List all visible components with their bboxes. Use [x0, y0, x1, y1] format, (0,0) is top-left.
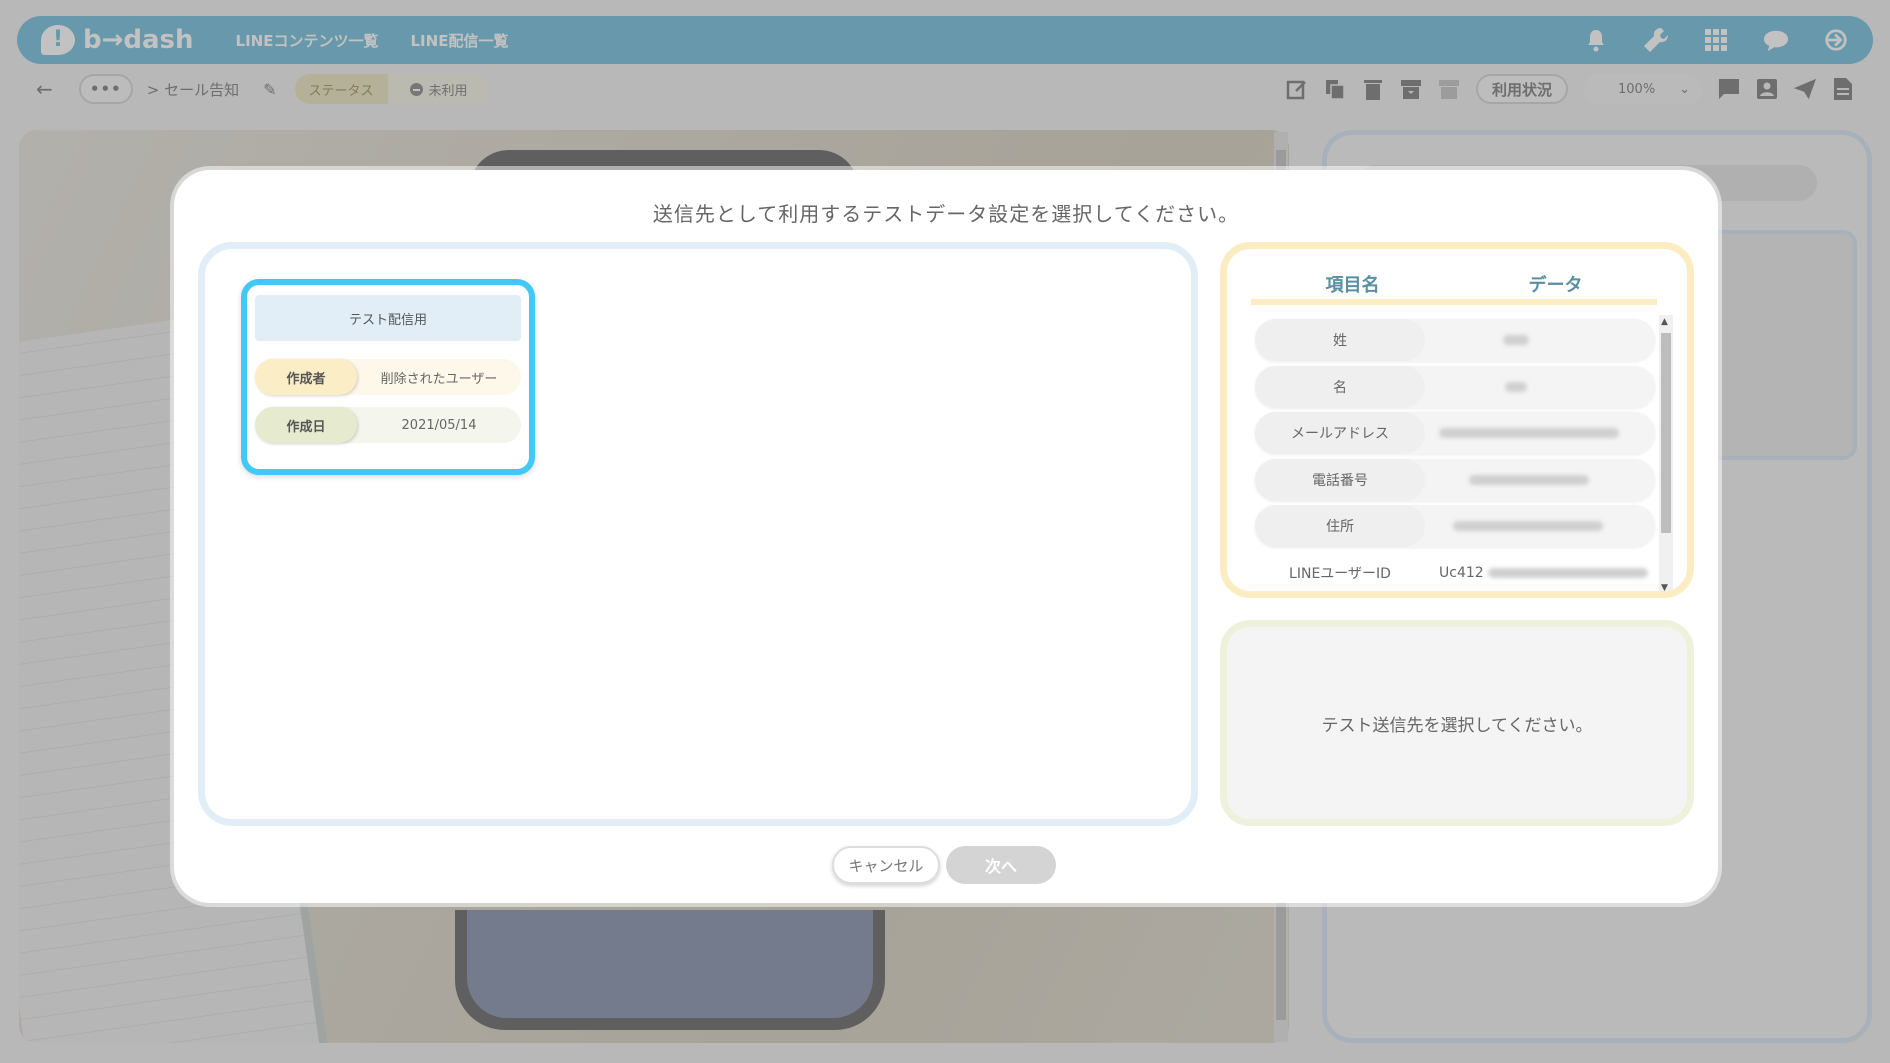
row-key: LINEユーザーID: [1289, 565, 1391, 582]
row-key: 住所: [1255, 505, 1425, 547]
creator-value: 削除されたユーザー: [380, 371, 498, 387]
table-row: 電話番号: [1255, 458, 1655, 501]
data-table-rows: 姓 名 メールアドレス 電話番号 住所 LINEユーザーID Uc412: [1255, 319, 1655, 592]
test-data-select-modal: 送信先として利用するテストデータ設定を選択してください。 テスト配信用 作成者 …: [174, 170, 1718, 903]
line-user-id-value: Uc412: [1439, 564, 1484, 581]
next-button[interactable]: 次へ: [946, 846, 1056, 884]
table-row: メールアドレス: [1255, 412, 1655, 454]
date-label: 作成日: [255, 407, 357, 443]
row-key: メールアドレス: [1255, 412, 1425, 454]
modal-title: 送信先として利用するテストデータ設定を選択してください。: [652, 202, 1240, 226]
row-key: 姓: [1255, 319, 1425, 361]
table-row: 住所: [1255, 505, 1655, 547]
scroll-down-icon[interactable]: ▼: [1661, 583, 1668, 591]
table-row: 姓: [1255, 319, 1655, 361]
preview-message: テスト送信先を選択してください。: [1321, 715, 1593, 736]
card-date-row: 作成日 2021/05/14: [255, 407, 521, 443]
row-value: Uc412: [1425, 552, 1655, 592]
test-data-card[interactable]: テスト配信用 作成者 削除されたユーザー 作成日 2021/05/14: [241, 279, 535, 475]
row-value-blurred: [1425, 366, 1655, 408]
test-destination-panel: テスト送信先を選択してください。: [1220, 620, 1694, 826]
column-data: データ: [1528, 275, 1583, 296]
table-row: 名: [1255, 365, 1655, 408]
row-value-blurred: [1425, 459, 1655, 501]
date-value: 2021/05/14: [401, 417, 477, 433]
row-key: 電話番号: [1255, 458, 1425, 501]
test-data-list-panel: テスト配信用 作成者 削除されたユーザー 作成日 2021/05/14: [198, 242, 1198, 826]
data-table-scrollbar-thumb[interactable]: [1661, 333, 1671, 533]
row-key: 名: [1255, 365, 1425, 408]
row-value-blurred: [1425, 505, 1655, 547]
row-value-blurred: [1425, 319, 1655, 361]
column-item-name: 項目名: [1325, 275, 1380, 296]
table-row-line-user-id: LINEユーザーID Uc412: [1255, 552, 1655, 592]
scroll-up-icon[interactable]: ▲: [1661, 317, 1668, 327]
data-table-scrollbar[interactable]: ▲ ▼: [1659, 315, 1673, 591]
card-creator-row: 作成者 削除されたユーザー: [255, 359, 521, 395]
data-table-header: 項目名 データ: [1251, 271, 1657, 305]
card-title: テスト配信用: [255, 295, 521, 341]
row-value-blurred: [1425, 412, 1655, 454]
test-data-detail-panel: 項目名 データ 姓 名 メールアドレス 電話番号 住所 LINEユーザーID U…: [1220, 242, 1694, 598]
cancel-button[interactable]: キャンセル: [832, 846, 940, 884]
creator-label: 作成者: [255, 359, 357, 395]
